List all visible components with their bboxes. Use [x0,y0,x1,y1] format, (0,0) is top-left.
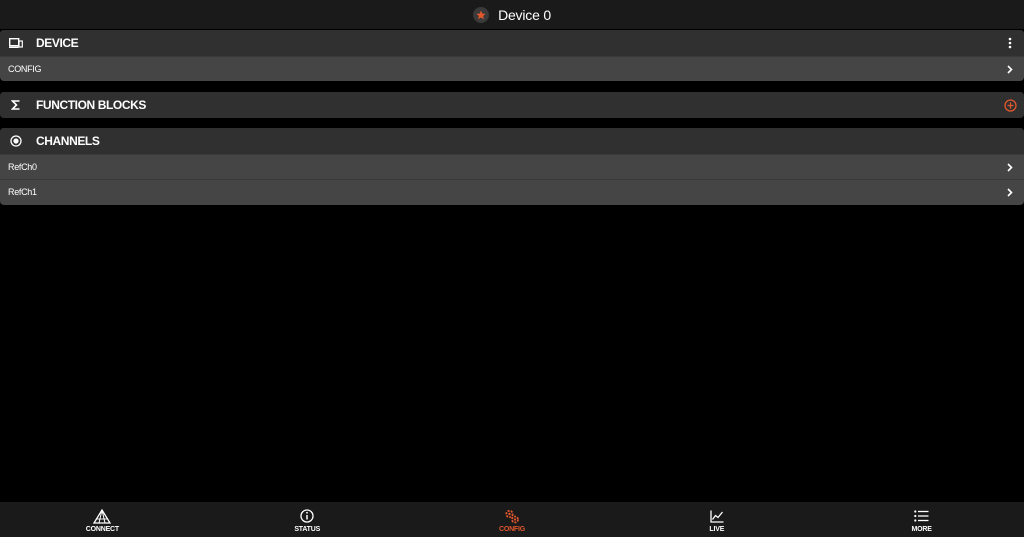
channels-section: CHANNELS RefCh0 RefCh1 [0,128,1024,205]
device-section: DEVICE CONFIG [0,30,1024,81]
page-title: Device 0 [498,6,551,23]
channels-section-title: CHANNELS [36,134,100,148]
nav-label: MORE [911,526,932,533]
sigma-icon [8,97,24,113]
prism-icon [93,508,112,524]
star-badge-icon [473,6,490,23]
list-item-label: RefCh1 [8,187,37,197]
nav-live[interactable]: LIVE [614,502,819,537]
nav-config[interactable]: CONFIG [410,502,615,537]
function-blocks-section: FUNCTION BLOCKS [0,92,1024,118]
device-section-title: DEVICE [36,36,79,50]
chart-line-icon [708,508,726,524]
nav-connect[interactable]: CONNECT [0,502,205,537]
list-item-refch1[interactable]: RefCh1 [0,179,1024,204]
more-vertical-icon[interactable] [1002,35,1018,51]
list-item-label: CONFIG [8,64,42,74]
chevron-right-icon [1005,162,1015,172]
info-icon [298,508,316,524]
bottom-nav: CONNECT STATUS CONFIG LIVE MORE [0,502,1024,537]
nav-more[interactable]: MORE [819,502,1024,537]
channels-section-header[interactable]: CHANNELS [0,128,1024,154]
function-blocks-section-title: FUNCTION BLOCKS [36,98,146,112]
list-item-config[interactable]: CONFIG [0,56,1024,81]
top-bar: Device 0 [0,0,1024,29]
device-icon [8,35,24,51]
gears-icon [503,508,521,524]
device-title-group[interactable]: Device 0 [473,6,551,23]
chevron-right-icon [1005,64,1015,74]
nav-label: CONNECT [85,526,119,533]
function-blocks-section-header[interactable]: FUNCTION BLOCKS [0,92,1024,118]
nav-status[interactable]: STATUS [205,502,410,537]
device-section-header[interactable]: DEVICE [0,30,1024,56]
nav-label: STATUS [294,526,321,533]
radio-target-icon [8,133,24,149]
nav-label: CONFIG [498,526,525,533]
nav-label: LIVE [709,526,725,533]
list-item-label: RefCh0 [8,162,37,172]
list-item-refch0[interactable]: RefCh0 [0,154,1024,179]
chevron-right-icon [1005,187,1015,197]
list-icon [913,508,931,524]
add-circle-icon[interactable] [1002,97,1018,113]
